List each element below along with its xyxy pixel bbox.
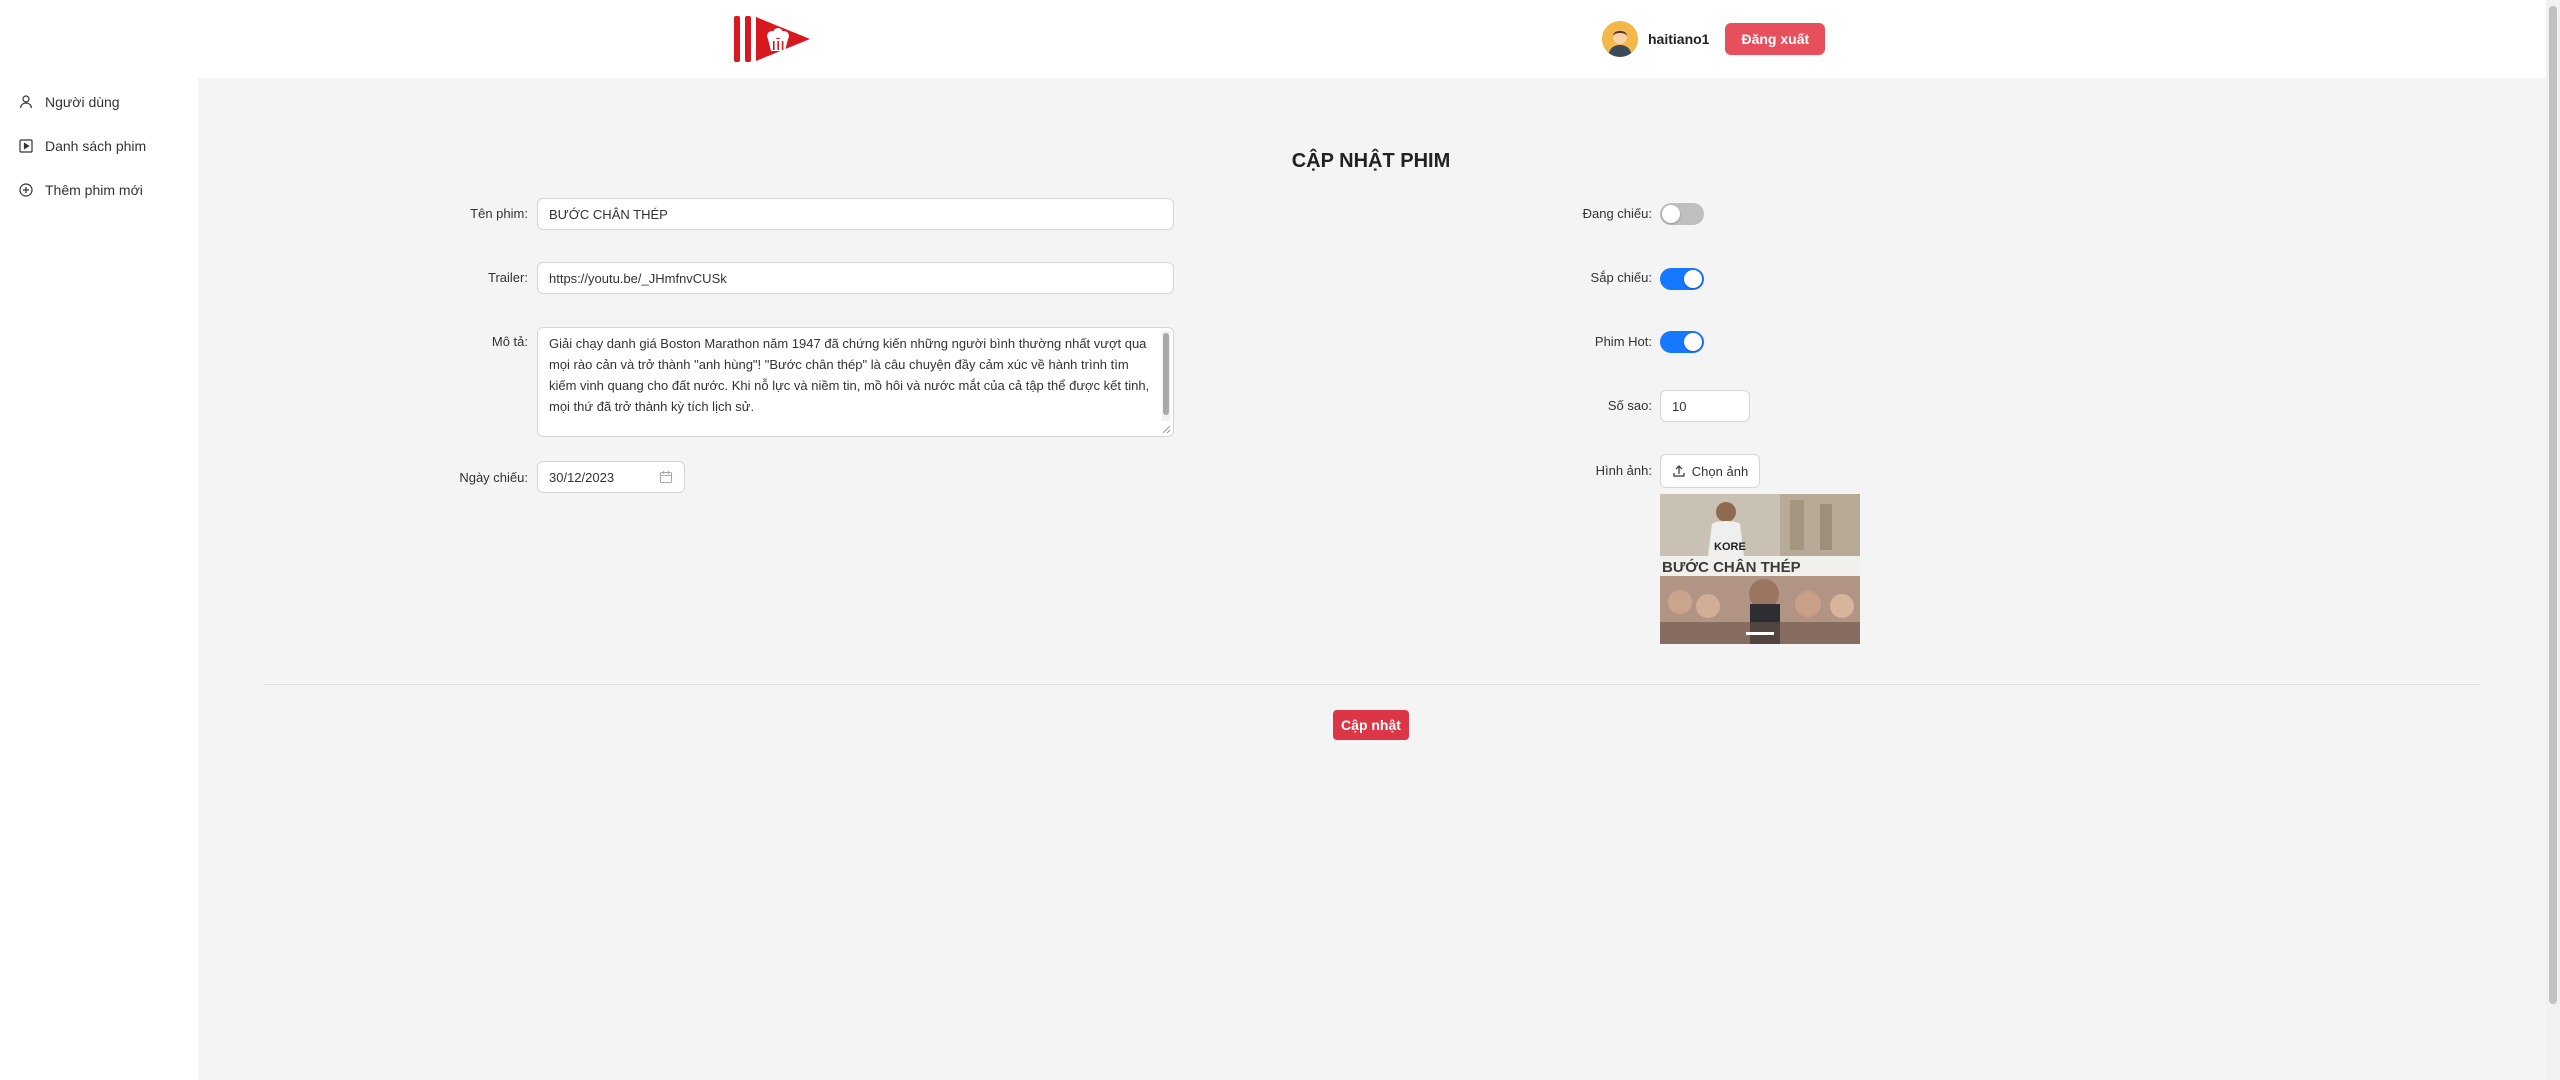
- resize-handle-icon[interactable]: [1162, 425, 1171, 434]
- logout-button[interactable]: Đăng xuất: [1725, 23, 1826, 55]
- textarea-scroll-thumb[interactable]: [1163, 333, 1169, 415]
- coming-soon-label: Sắp chiếu:: [1590, 270, 1652, 285]
- svg-text:KORE: KORE: [1714, 541, 1746, 553]
- toggle-knob: [1684, 333, 1702, 351]
- app-logo[interactable]: [732, 14, 812, 64]
- description-textarea[interactable]: Giải chạy danh giá Boston Marathon năm 1…: [537, 327, 1174, 437]
- sidebar-item-label: Danh sách phim: [45, 138, 147, 154]
- trailer-input[interactable]: https://youtu.be/_JHmfnvCUSk: [537, 262, 1174, 294]
- description-label: Mô tả:: [491, 334, 528, 349]
- rating-input[interactable]: 10: [1660, 390, 1750, 422]
- coming-soon-toggle[interactable]: [1660, 268, 1704, 290]
- release-date-label: Ngày chiếu:: [459, 470, 528, 485]
- choose-image-label: Chọn ảnh: [1691, 463, 1749, 479]
- release-date-picker[interactable]: 30/12/2023: [537, 461, 685, 493]
- page-scrollbar[interactable]: [2546, 0, 2560, 1080]
- sidebar-item-label: Thêm phim mới: [45, 182, 143, 198]
- trailer-label: Trailer:: [488, 270, 528, 285]
- scrollbar-thumb[interactable]: [2549, 6, 2557, 1004]
- choose-image-button[interactable]: Chọn ảnh: [1660, 454, 1760, 488]
- textarea-scrollbar[interactable]: [1162, 331, 1170, 421]
- top-header: haitiano1 Đăng xuất: [0, 0, 2546, 78]
- description-text: Giải chạy danh giá Boston Marathon năm 1…: [549, 336, 1150, 414]
- sidebar-item-users[interactable]: Người dùng: [18, 90, 120, 114]
- movie-poster-image: KORE BƯỚC CHÂN THÉP: [1660, 494, 1860, 644]
- page-title: CẬP NHẬT PHIM: [1291, 150, 1451, 172]
- user-area: haitiano1 Đăng xuất: [1602, 20, 1826, 58]
- release-date-value: 30/12/2023: [549, 469, 615, 485]
- username: haitiano1: [1648, 31, 1710, 47]
- movie-name-label: Tên phim:: [470, 206, 528, 221]
- sidebar-item-label: Người dùng: [45, 94, 120, 110]
- toggle-knob: [1684, 270, 1702, 288]
- hot-movie-toggle[interactable]: [1660, 331, 1704, 353]
- form-divider: [264, 684, 2480, 685]
- sidebar-item-movie-list[interactable]: Danh sách phim: [18, 134, 146, 158]
- update-button[interactable]: Cập nhật: [1333, 710, 1409, 740]
- movie-name-input[interactable]: BƯỚC CHÂN THÉP: [537, 198, 1174, 230]
- sidebar: Người dùng Danh sách phim Thêm phim mới: [0, 78, 198, 1080]
- user-icon: [19, 95, 33, 109]
- poster-title: BƯỚC CHÂN THÉP: [1662, 558, 1801, 576]
- now-showing-label: Đang chiếu:: [1582, 206, 1652, 221]
- plus-circle-icon: [19, 183, 33, 197]
- film-list-icon: [19, 139, 33, 153]
- now-showing-toggle[interactable]: [1660, 203, 1704, 225]
- sidebar-item-add-movie[interactable]: Thêm phim mới: [18, 178, 143, 202]
- avatar[interactable]: [1602, 21, 1638, 57]
- rating-label: Số sao:: [1607, 398, 1652, 413]
- upload-icon: [1673, 465, 1685, 477]
- calendar-icon: [659, 471, 673, 484]
- toggle-knob: [1662, 205, 1680, 223]
- hot-movie-label: Phim Hot:: [1594, 334, 1652, 349]
- image-label: Hình ảnh:: [1595, 463, 1652, 478]
